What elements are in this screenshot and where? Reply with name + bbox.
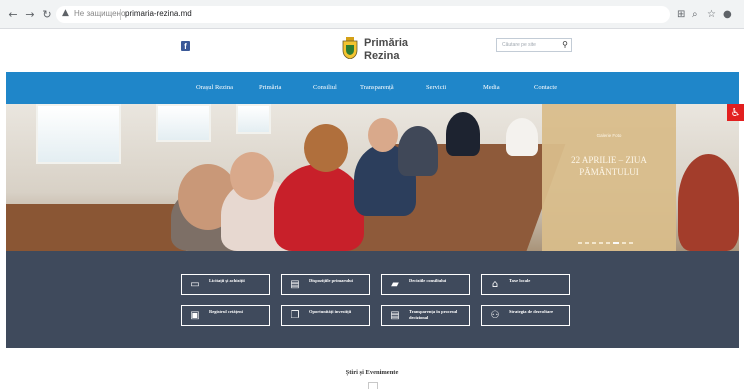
- document-icon: ▤: [290, 279, 300, 290]
- card-icon: ▭: [190, 279, 200, 290]
- photo-person: [274, 164, 364, 251]
- nav-item-consiliul[interactable]: Consiliul: [313, 84, 337, 91]
- reload-icon[interactable]: ↻: [41, 9, 53, 21]
- nav-item-servicii[interactable]: Servicii: [426, 84, 446, 91]
- security-label: Не защищено: [74, 9, 126, 18]
- service-tile-decizii[interactable]: ▰ Deciziile consiliului: [381, 274, 470, 295]
- slide-dot-active[interactable]: [613, 242, 619, 244]
- news-icon: [368, 382, 378, 389]
- tile-label: Licitații și achiziții: [209, 278, 245, 283]
- browser-toolbar: ← → ↻ ▲ Не защищено primaria-rezina.md ⊞…: [0, 0, 744, 29]
- tile-label: Registrul cetățeni: [209, 309, 243, 314]
- photo-person: [230, 152, 274, 200]
- tile-label: Deciziile consiliului: [409, 278, 447, 283]
- money-icon: ▣: [190, 310, 200, 321]
- slide-banner[interactable]: Galerie Foto 22 APRILIE – ZIUA PĂMÂNTULU…: [542, 104, 676, 251]
- accessibility-icon[interactable]: ♿: [727, 104, 744, 121]
- search-icon[interactable]: ⚲: [562, 40, 568, 49]
- service-tile-licitatii[interactable]: ▭ Licitații și achiziții: [181, 274, 270, 295]
- photo-person: [678, 154, 739, 251]
- logo-line1: Primăria: [364, 37, 409, 49]
- slide-dot[interactable]: [606, 242, 610, 244]
- logo-line2: Rezina: [364, 50, 400, 62]
- nav-item-media[interactable]: Media: [483, 84, 500, 91]
- search-placeholder: Căutare pe site: [502, 42, 536, 48]
- slide-dot[interactable]: [629, 242, 633, 244]
- photo-person: [506, 118, 538, 156]
- nav-item-primaria[interactable]: Primăria: [259, 84, 281, 91]
- url-text[interactable]: primaria-rezina.md: [125, 9, 192, 18]
- service-tile-registrul[interactable]: ▣ Registrul cetățeni: [181, 305, 270, 326]
- photo-person: [446, 112, 480, 156]
- slide-title[interactable]: 22 APRILIE – ZIUA PĂMÂNTULUI: [548, 154, 670, 178]
- zoom-icon[interactable]: ⌕: [692, 9, 698, 20]
- tile-label: Strategia de dezvoltare: [509, 309, 554, 314]
- tile-label: Oportunități investiții: [309, 309, 352, 314]
- slide-dot[interactable]: [585, 242, 589, 244]
- tile-label: Taxe locale: [509, 278, 531, 283]
- bank-icon: ⌂: [491, 279, 499, 290]
- nav-item-orasul[interactable]: Orașul Rezina: [196, 84, 233, 91]
- services-panel: ▭ Licitații și achiziții ▤ Dispozițiile …: [6, 251, 739, 348]
- photo-table: [6, 204, 186, 251]
- star-icon[interactable]: ☆: [707, 9, 716, 20]
- nav-item-transparenta[interactable]: Transparență: [360, 84, 394, 91]
- photo-window: [236, 104, 271, 134]
- nav-item-contacte[interactable]: Contacte: [534, 84, 557, 91]
- document-icon: ▤: [390, 310, 400, 321]
- note-icon: ▰: [391, 279, 399, 290]
- hero-slider[interactable]: Galerie Foto 22 APRILIE – ZIUA PĂMÂNTULU…: [6, 104, 739, 251]
- service-tile-dispozitii[interactable]: ▤ Dispozițiile primarului: [281, 274, 370, 295]
- tile-label: Transparența în procesul decizional: [409, 309, 458, 320]
- news-section-title: Știri și Evenimente: [345, 369, 399, 376]
- photo-person: [304, 124, 348, 172]
- slide-subtitle: Galerie Foto: [596, 133, 622, 138]
- service-tile-taxe[interactable]: ⌂ Taxe locale: [481, 274, 570, 295]
- address-bar[interactable]: ▲ Не защищено primaria-rezina.md: [56, 6, 670, 23]
- photo-person: [368, 118, 398, 152]
- slide-dot[interactable]: [622, 242, 626, 244]
- warning-icon[interactable]: ▲: [62, 8, 69, 18]
- facebook-icon[interactable]: f: [181, 41, 190, 51]
- tile-label: Dispozițiile primarului: [309, 278, 353, 283]
- translate-icon[interactable]: ⊞: [677, 9, 685, 20]
- url-divider: [120, 9, 121, 20]
- windows-icon: ❐: [290, 310, 300, 321]
- slide-indicators: [578, 242, 640, 245]
- service-tile-strategia[interactable]: ⚇ Strategia de dezvoltare: [481, 305, 570, 326]
- forward-icon[interactable]: →: [24, 9, 36, 21]
- profile-icon[interactable]: ●: [723, 9, 732, 20]
- handshake-icon: ⚇: [490, 310, 500, 321]
- slide-dot[interactable]: [599, 242, 603, 244]
- back-icon[interactable]: ←: [7, 9, 19, 21]
- photo-person: [398, 126, 438, 176]
- service-tile-transparenta[interactable]: ▤ Transparența în procesul decizional: [381, 305, 470, 326]
- slide-dot[interactable]: [578, 242, 582, 244]
- search-input[interactable]: Căutare pe site ⚲: [496, 38, 572, 52]
- crest-icon: [342, 37, 358, 59]
- photo-window: [156, 104, 211, 142]
- photo-window: [36, 104, 121, 164]
- service-tile-oportunitati[interactable]: ❐ Oportunități investiții: [281, 305, 370, 326]
- main-navigation: Orașul Rezina Primăria Consiliul Transpa…: [6, 72, 739, 104]
- slide-dot[interactable]: [592, 242, 596, 244]
